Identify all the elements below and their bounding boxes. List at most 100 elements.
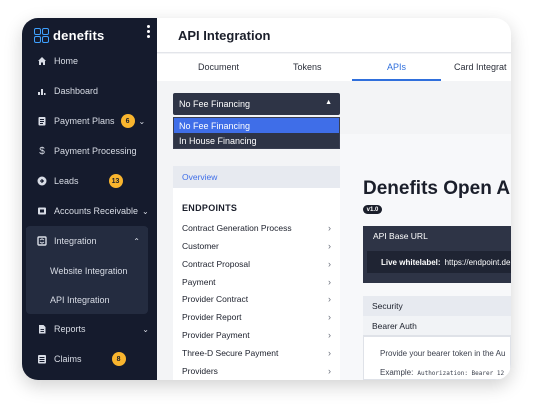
sidebar-item-label: Accounts Receivable xyxy=(54,206,139,216)
page-title: API Integration xyxy=(178,28,271,43)
example-label: Example: xyxy=(380,368,414,377)
sidebar-subitem-website-integration[interactable]: Website Integration xyxy=(26,257,148,285)
app-window: denefits Home Dashboard Payment Plans 6 … xyxy=(22,18,511,380)
sidebar-item-home[interactable]: Home xyxy=(22,48,157,74)
payment-plans-badge: 6 xyxy=(120,114,135,128)
endpoint-item[interactable]: Contract Proposal › xyxy=(173,255,340,272)
tab-apis[interactable]: APIs xyxy=(387,62,406,72)
endpoint-item[interactable]: Customer › xyxy=(173,237,340,254)
sidebar-subitem-label: API Integration xyxy=(50,295,110,305)
chevron-down-icon: ⌄ xyxy=(142,206,149,216)
sidebar-subitem-api-integration[interactable]: API Integration xyxy=(26,286,148,314)
bearer-auth-header[interactable]: Bearer Auth xyxy=(363,316,511,336)
tab-bar: Document Tokens APIs Card Integrat xyxy=(157,54,511,81)
leads-badge: 13 xyxy=(108,174,123,188)
endpoints-panel: Overview ENDPOINTS Contract Generation P… xyxy=(173,166,340,380)
endpoint-item[interactable]: Contract Generation Process › xyxy=(173,219,340,236)
sidebar-item-dashboard[interactable]: Dashboard xyxy=(22,78,157,104)
endpoint-label: Customer xyxy=(182,240,219,251)
auth-example: Example: Authorization: Bearer 12 xyxy=(380,368,504,377)
content-area: No Fee Financing ▲ No Fee Financing In H… xyxy=(157,81,511,380)
endpoint-label: Provider Report xyxy=(182,311,242,322)
caret-up-icon: ▲ xyxy=(325,99,332,106)
endpoint-label: Three-D Secure Payment xyxy=(182,347,279,358)
clipboard-icon xyxy=(37,116,47,126)
endpoint-label: Contract Proposal xyxy=(182,258,251,269)
doc-title: Denefits Open A xyxy=(363,178,511,199)
sidebar: denefits Home Dashboard Payment Plans 6 … xyxy=(22,18,157,380)
chevron-right-icon: › xyxy=(328,347,331,358)
sidebar-subitem-label: Website Integration xyxy=(50,266,128,276)
base-url-title: API Base URL xyxy=(373,231,428,241)
integration-icon xyxy=(37,236,47,246)
api-doc-panel: Denefits Open A v1.0 API Base URL Live w… xyxy=(340,134,511,380)
endpoint-item[interactable]: Provider Payment › xyxy=(173,326,340,343)
endpoints-heading: ENDPOINTS xyxy=(182,203,238,213)
chevron-right-icon: › xyxy=(328,240,331,251)
version-badge: v1.0 xyxy=(363,205,382,214)
example-code: Authorization: Bearer 12 xyxy=(417,370,505,377)
tab-document[interactable]: Document xyxy=(198,62,239,72)
security-description: Provide your bearer token in the Au Exam… xyxy=(363,336,511,380)
chevron-right-icon: › xyxy=(328,329,331,340)
chevron-down-icon: ⌄ xyxy=(142,324,149,334)
security-header: Security xyxy=(363,296,511,316)
integration-submenu: Integration ⌃ Website Integration API In… xyxy=(26,226,148,314)
dropdown-option-in-house[interactable]: In House Financing xyxy=(174,133,339,148)
sidebar-item-label: Claims xyxy=(54,354,82,364)
endpoint-item[interactable]: Provider Contract › xyxy=(173,290,340,307)
sidebar-item-label: Payment Processing xyxy=(54,146,137,156)
chevron-right-icon: › xyxy=(328,311,331,322)
chevron-right-icon: › xyxy=(328,222,331,233)
financing-select-value: No Fee Financing xyxy=(179,99,251,109)
chevron-right-icon: › xyxy=(328,258,331,269)
chevron-right-icon: › xyxy=(328,276,331,287)
chevron-down-icon: ⌄ xyxy=(138,116,146,126)
main-area: API Integration Document Tokens APIs Car… xyxy=(157,18,511,380)
chevron-right-icon: › xyxy=(328,293,331,304)
document-icon xyxy=(37,324,47,334)
kebab-menu-icon[interactable] xyxy=(146,25,150,38)
sidebar-item-payment-processing[interactable]: $ Payment Processing xyxy=(22,138,157,164)
endpoint-item[interactable]: Three-D Secure Payment › xyxy=(173,344,340,361)
sidebar-item-leads[interactable]: Leads 13 xyxy=(22,168,157,194)
sidebar-item-integration[interactable]: Integration ⌃ xyxy=(26,228,148,254)
endpoint-item[interactable]: Providers › xyxy=(173,362,340,379)
endpoint-label: Payment xyxy=(182,276,216,287)
sidebar-item-payment-plans[interactable]: Payment Plans 6 ⌄ xyxy=(22,108,157,134)
sidebar-item-label: Payment Plans xyxy=(54,116,115,126)
endpoint-label: Provider Payment xyxy=(182,329,250,340)
bar-chart-icon xyxy=(37,86,47,96)
sidebar-item-reports[interactable]: Reports ⌄ xyxy=(22,316,157,342)
sidebar-item-label: Integration xyxy=(54,236,97,246)
top-bar: API Integration xyxy=(157,18,511,53)
financing-select[interactable]: No Fee Financing ▲ xyxy=(173,93,340,115)
overview-link[interactable]: Overview xyxy=(173,166,340,188)
list-icon xyxy=(37,354,47,364)
tab-tokens[interactable]: Tokens xyxy=(293,62,322,72)
auth-description: Provide your bearer token in the Au xyxy=(380,349,506,358)
sidebar-item-label: Home xyxy=(54,56,79,66)
endpoint-label: Provider Contract xyxy=(182,293,249,304)
chevron-up-icon: ⌃ xyxy=(133,236,140,246)
sidebar-item-accounts-receivable[interactable]: Accounts Receivable ⌄ xyxy=(22,198,157,224)
base-url-block: API Base URL Live whitelabel: https://en… xyxy=(363,226,511,283)
brand[interactable]: denefits xyxy=(34,24,104,46)
ledger-icon xyxy=(37,206,47,216)
endpoint-item[interactable]: Payment › xyxy=(173,273,340,290)
claims-badge: 8 xyxy=(111,352,126,366)
tab-card-integration[interactable]: Card Integrat xyxy=(454,62,507,72)
whitelabel-url: https://endpoint.de xyxy=(444,257,511,267)
sidebar-item-label: Reports xyxy=(54,324,86,334)
endpoint-item[interactable]: Provider Report › xyxy=(173,308,340,325)
endpoint-label: Providers xyxy=(182,365,218,376)
brand-name: denefits xyxy=(53,27,105,43)
home-icon xyxy=(37,56,47,66)
dropdown-option-no-fee[interactable]: No Fee Financing xyxy=(174,118,339,133)
arrow-circle-icon xyxy=(37,176,47,186)
financing-dropdown: No Fee Financing In House Financing xyxy=(173,117,340,149)
dollar-icon: $ xyxy=(39,145,45,157)
sidebar-item-claims[interactable]: Claims 8 xyxy=(22,346,157,372)
sidebar-item-label: Dashboard xyxy=(54,86,99,96)
base-url-row[interactable]: Live whitelabel: https://endpoint.de xyxy=(367,251,511,273)
